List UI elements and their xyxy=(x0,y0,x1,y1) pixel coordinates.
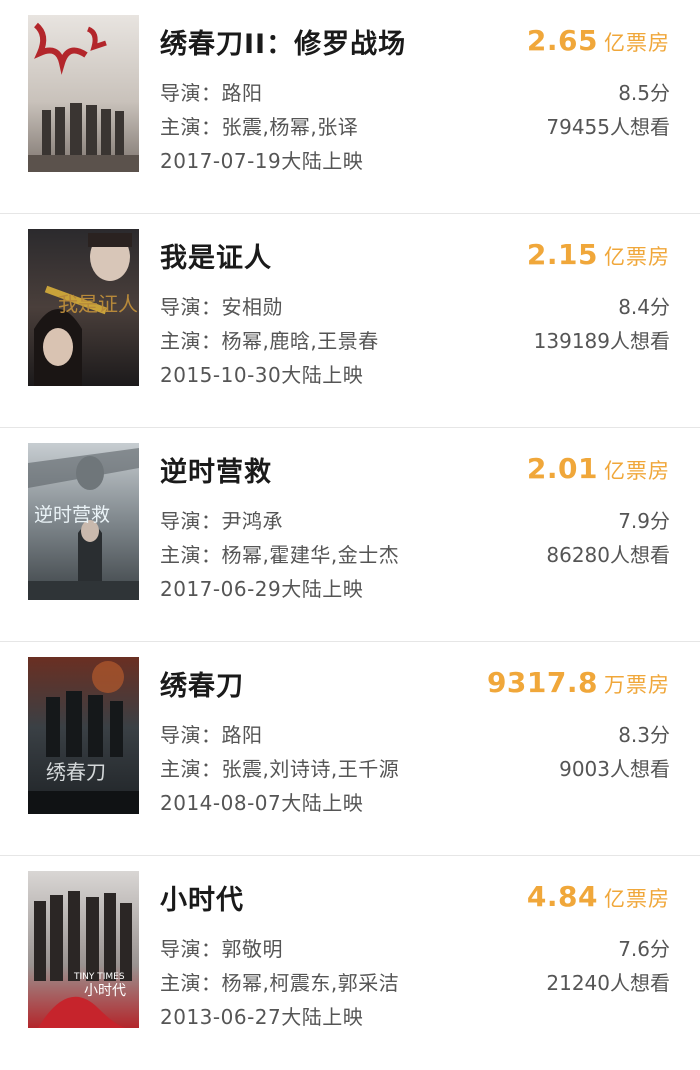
movie-score: 7.9分 xyxy=(618,509,670,533)
box-office-unit: 亿票房 xyxy=(604,31,670,55)
cast-value: 张震,刘诗诗,王千源 xyxy=(221,757,400,781)
movie-cast: 主演：杨幂,霍建华,金士杰 xyxy=(160,539,399,568)
movie-poster[interactable]: 我是证人 xyxy=(28,229,139,386)
want-to-watch-count: 86280人想看 xyxy=(546,543,670,567)
director-value: 路阳 xyxy=(221,81,263,105)
movie-director: 导演：郭敬明 xyxy=(160,933,283,962)
box-office: 2.01 亿票房 xyxy=(527,452,670,485)
svg-text:绣春刀: 绣春刀 xyxy=(46,760,106,784)
cast-value: 杨幂,柯震东,郭采洁 xyxy=(221,971,400,995)
movie-list: 绣春刀II：修罗战场 导演：路阳 主演：张震,杨幂,张译 2017-07-19大… xyxy=(0,0,700,1064)
poster-image xyxy=(28,15,139,172)
movie-item[interactable]: TINY TIMES 小时代 小时代 导演：郭敬明 主演：杨幂,柯震东,郭采洁 … xyxy=(0,856,700,1070)
director-label: 导演： xyxy=(160,937,222,961)
cast-label: 主演： xyxy=(160,757,222,781)
movie-cast: 主演：杨幂,鹿晗,王景春 xyxy=(160,325,379,354)
poster-image: TINY TIMES 小时代 xyxy=(28,871,139,1028)
movie-score: 8.5分 xyxy=(618,81,670,105)
movie-poster[interactable]: 绣春刀 xyxy=(28,657,139,814)
poster-image: 绣春刀 xyxy=(28,657,139,814)
movie-item[interactable]: 我是证人 我是证人 导演：安相勋 主演：杨幂,鹿晗,王景春 2015-10-30… xyxy=(0,214,700,428)
movie-director: 导演：尹鸿承 xyxy=(160,505,283,534)
movie-item[interactable]: 逆时营救 逆时营救 导演：尹鸿承 主演：杨幂,霍建华,金士杰 2017-06-2… xyxy=(0,428,700,642)
movie-cast: 主演：杨幂,柯震东,郭采洁 xyxy=(160,967,399,996)
want-to-watch-count: 139189人想看 xyxy=(533,329,670,353)
box-office: 9317.8 万票房 xyxy=(487,666,670,699)
want-to-watch-count: 9003人想看 xyxy=(559,757,670,781)
poster-image: 逆时营救 xyxy=(28,443,139,600)
director-label: 导演： xyxy=(160,81,222,105)
svg-text:我是证人: 我是证人 xyxy=(58,292,138,316)
svg-text:逆时营救: 逆时营救 xyxy=(34,504,110,526)
box-office-value: 2.15 xyxy=(526,238,598,271)
cast-value: 杨幂,霍建华,金士杰 xyxy=(221,543,400,567)
box-office-unit: 万票房 xyxy=(604,673,670,697)
box-office-unit: 亿票房 xyxy=(604,245,670,269)
box-office-value: 9317.8 xyxy=(486,666,598,699)
director-value: 郭敬明 xyxy=(221,937,283,961)
movie-poster[interactable] xyxy=(28,15,139,172)
svg-text:TINY TIMES: TINY TIMES xyxy=(73,972,125,982)
director-label: 导演： xyxy=(160,723,222,747)
box-office-value: 2.65 xyxy=(526,24,598,57)
want-to-watch-count: 79455人想看 xyxy=(546,115,670,139)
director-label: 导演： xyxy=(160,509,222,533)
movie-title[interactable]: 绣春刀 xyxy=(160,664,244,703)
movie-poster[interactable]: 逆时营救 xyxy=(28,443,139,600)
cast-label: 主演： xyxy=(160,115,222,139)
movie-release-date: 2014-08-07大陆上映 xyxy=(160,791,364,815)
movie-score: 8.3分 xyxy=(618,723,670,747)
box-office-value: 2.01 xyxy=(526,452,598,485)
movie-release-date: 2013-06-27大陆上映 xyxy=(160,1005,364,1029)
movie-item[interactable]: 绣春刀 绣春刀 导演：路阳 主演：张震,刘诗诗,王千源 2014-08-07大陆… xyxy=(0,642,700,856)
box-office-value: 4.84 xyxy=(526,880,598,913)
box-office: 4.84 亿票房 xyxy=(527,880,670,913)
movie-title[interactable]: 小时代 xyxy=(160,878,244,917)
movie-cast: 主演：张震,杨幂,张译 xyxy=(160,111,358,140)
box-office: 2.15 亿票房 xyxy=(527,238,670,271)
director-label: 导演： xyxy=(160,295,222,319)
box-office-unit: 亿票房 xyxy=(604,887,670,911)
movie-release-date: 2015-10-30大陆上映 xyxy=(160,363,364,387)
movie-title[interactable]: 我是证人 xyxy=(160,236,272,275)
movie-score: 7.6分 xyxy=(618,937,670,961)
movie-director: 导演：安相勋 xyxy=(160,291,283,320)
cast-label: 主演： xyxy=(160,543,222,567)
movie-score: 8.4分 xyxy=(618,295,670,319)
movie-cast: 主演：张震,刘诗诗,王千源 xyxy=(160,753,399,782)
movie-release-date: 2017-06-29大陆上映 xyxy=(160,577,364,601)
cast-label: 主演： xyxy=(160,329,222,353)
movie-item[interactable]: 绣春刀II：修罗战场 导演：路阳 主演：张震,杨幂,张译 2017-07-19大… xyxy=(0,0,700,214)
movie-title[interactable]: 逆时营救 xyxy=(160,450,272,489)
cast-value: 张震,杨幂,张译 xyxy=(221,115,359,139)
director-value: 尹鸿承 xyxy=(221,509,283,533)
want-to-watch-count: 21240人想看 xyxy=(546,971,670,995)
movie-director: 导演：路阳 xyxy=(160,719,263,748)
director-value: 安相勋 xyxy=(221,295,283,319)
cast-label: 主演： xyxy=(160,971,222,995)
box-office-unit: 亿票房 xyxy=(604,459,670,483)
box-office: 2.65 亿票房 xyxy=(527,24,670,57)
poster-image: 我是证人 xyxy=(28,229,139,386)
svg-text:小时代: 小时代 xyxy=(84,983,126,999)
movie-director: 导演：路阳 xyxy=(160,77,263,106)
movie-title[interactable]: 绣春刀II：修罗战场 xyxy=(160,22,406,61)
cast-value: 杨幂,鹿晗,王景春 xyxy=(221,329,379,353)
director-value: 路阳 xyxy=(221,723,263,747)
movie-release-date: 2017-07-19大陆上映 xyxy=(160,149,364,173)
movie-poster[interactable]: TINY TIMES 小时代 xyxy=(28,871,139,1028)
